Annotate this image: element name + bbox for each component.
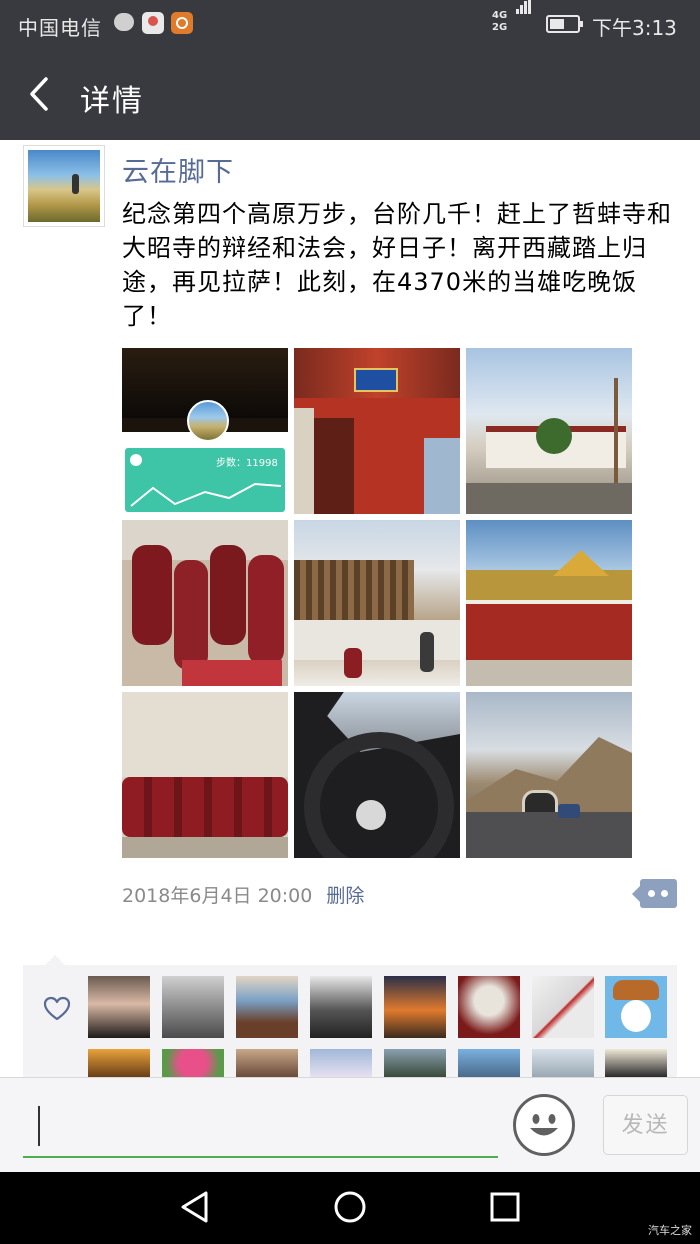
post-timestamp: 2018年6月4日 20:00 (122, 885, 313, 907)
recents-square-icon[interactable] (490, 1192, 520, 1222)
map-pin-icon (142, 12, 164, 34)
likes-panel (23, 955, 677, 1077)
battery-icon (546, 15, 583, 33)
liker-avatar[interactable] (384, 976, 446, 1038)
emoji-button[interactable] (513, 1094, 575, 1156)
photo-car-interior[interactable] (294, 692, 460, 858)
author-name[interactable]: 云在脚下 (122, 150, 234, 189)
more-dots-icon-2 (661, 890, 668, 897)
network-type: 4G 2G (492, 10, 508, 33)
liker-avatar[interactable] (162, 976, 224, 1038)
watermark: 汽车之家 (648, 1224, 692, 1237)
back-button[interactable] (22, 74, 62, 114)
liker-avatar[interactable] (532, 1049, 594, 1077)
status-bar: 中国电信 4G 2G 下午3:13 (0, 0, 700, 50)
smiley-icon (530, 1114, 558, 1136)
liker-avatar[interactable] (458, 976, 520, 1038)
photo-mountain-tunnel[interactable] (466, 692, 632, 858)
system-nav-bar: 汽车之家 (0, 1172, 700, 1244)
step-count-label: 步数：11998 (216, 458, 278, 469)
photo-temple-gate[interactable] (294, 348, 460, 514)
comment-button[interactable] (632, 879, 677, 908)
home-circle-icon[interactable] (333, 1190, 367, 1224)
liker-avatar[interactable] (88, 976, 150, 1038)
photo-golden-roof-temple[interactable] (466, 520, 632, 686)
liker-avatar[interactable] (605, 976, 667, 1038)
comment-input[interactable] (23, 1098, 498, 1158)
liker-avatar[interactable] (532, 976, 594, 1038)
liker-avatar[interactable] (310, 976, 372, 1038)
liker-avatar[interactable] (162, 1049, 224, 1077)
liker-avatar[interactable] (458, 1049, 520, 1077)
carrier-name: 中国电信 (18, 16, 102, 40)
photo-monks-seated[interactable] (122, 692, 288, 858)
page-title: 详情 (80, 84, 144, 119)
photo-step-count[interactable]: 步数：11998 (122, 348, 288, 514)
post-meta: 2018年6月4日 20:00 删除 (122, 881, 364, 908)
back-triangle-icon[interactable] (178, 1190, 212, 1224)
liker-avatar[interactable] (310, 1049, 372, 1077)
photo-firewood-wall[interactable] (294, 520, 460, 686)
liker-avatar[interactable] (384, 1049, 446, 1077)
avatar[interactable] (23, 145, 105, 227)
text-cursor (38, 1106, 40, 1146)
header-bar: 详情 (0, 50, 700, 140)
chat-bubble-icon (114, 13, 134, 31)
clock: 下午3:13 (592, 16, 677, 40)
post-text: 纪念第四个高原万步，台阶几千！赶上了哲蚌寺和大昭寺的辩经和法会，好日子！离开西藏… (122, 200, 672, 330)
heart-icon (43, 996, 71, 1021)
delete-link[interactable]: 删除 (326, 885, 364, 907)
liker-avatar[interactable] (236, 976, 298, 1038)
chevron-left-icon (30, 77, 48, 111)
liker-avatar[interactable] (605, 1049, 667, 1077)
liker-avatar[interactable] (236, 1049, 298, 1077)
send-button[interactable]: 发送 (603, 1095, 688, 1155)
comment-input-bar: 发送 (0, 1077, 700, 1173)
photo-monks-debate[interactable] (122, 520, 288, 686)
app-notification-icon (171, 12, 193, 34)
more-dots-icon (648, 890, 655, 897)
liker-avatar[interactable] (88, 1049, 150, 1077)
photo-temple-courtyard[interactable] (466, 348, 632, 514)
